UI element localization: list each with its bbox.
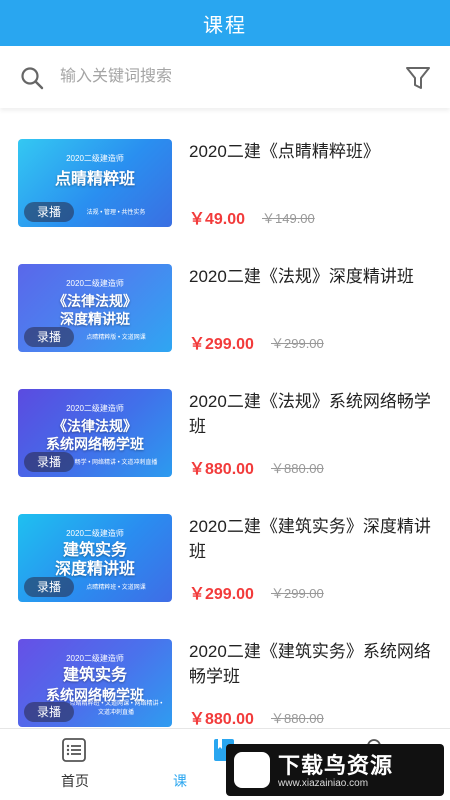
course-original-price: ￥880.00	[271, 711, 324, 726]
thumbnail-tagline: 点睛精粹班 • 文道网课 • 网络精讲 • 文道冲刺直播	[69, 701, 163, 716]
course-original-price: ￥299.00	[271, 586, 324, 601]
course-item[interactable]: 2020二级建造师 点睛精粹班 法规 • 管理 • 共性实务 录播 2020二建…	[0, 112, 450, 237]
thumbnail-tagline: 点睛精粹版 • 文道网课	[86, 335, 146, 341]
course-thumbnail[interactable]: 2020二级建造师 《法律法规》 系统网络畅学班 畅学 • 网络精讲 • 文道冲…	[18, 389, 172, 477]
watermark-url: www.xiazainiao.com	[278, 778, 369, 789]
recorded-badge: 录播	[24, 452, 74, 472]
course-thumbnail[interactable]: 2020二级建造师 点睛精粹班 法规 • 管理 • 共性实务 录播	[18, 139, 172, 227]
thumbnail-title-line1: 建筑实务	[62, 542, 127, 559]
course-list: 2020二级建造师 点睛精粹班 法规 • 管理 • 共性实务 录播 2020二建…	[0, 112, 450, 728]
course-item[interactable]: 2020二级建造师 建筑实务 深度精讲班 点睛精粹班 • 文道网课 录播 202…	[0, 487, 450, 612]
thumbnail-tagline: 法规 • 管理 • 共性实务	[86, 210, 146, 216]
filter-icon[interactable]	[404, 64, 432, 92]
course-original-price: ￥299.00	[271, 336, 324, 351]
course-original-price: ￥149.00	[262, 211, 315, 226]
thumbnail-subtitle: 2020二级建造师	[66, 154, 124, 163]
thumbnail-tagline: 畅学 • 网络精讲 • 文道冲刺直播	[74, 460, 158, 466]
course-thumbnail[interactable]: 2020二级建造师 建筑实务 系统网络畅学班 点睛精粹班 • 文道网课 • 网络…	[18, 639, 172, 727]
thumbnail-title-line1: 建筑实务	[62, 667, 127, 684]
app-header: 课程	[0, 0, 450, 46]
home-list-icon	[62, 738, 86, 762]
course-price: ￥49.00	[189, 211, 246, 228]
tab-home[interactable]: 首页	[0, 729, 150, 800]
thumbnail-title-line1: 《法律法规》	[53, 418, 137, 434]
course-original-price: ￥880.00	[271, 461, 324, 476]
search-bar	[0, 46, 450, 108]
thumbnail-subtitle: 2020二级建造师	[66, 654, 124, 663]
thumbnail-title-line2: 系统网络畅学班	[46, 436, 144, 452]
recorded-badge: 录播	[24, 577, 74, 597]
tab-home-label: 首页	[61, 773, 89, 789]
thumbnail-tagline: 点睛精粹班 • 文道网课	[86, 585, 146, 591]
thumbnail-subtitle: 2020二级建造师	[66, 279, 124, 288]
thumbnail-subtitle: 2020二级建造师	[66, 529, 124, 538]
thumbnail-title-line1: 《法律法规》	[53, 293, 137, 309]
tab-courses-label: 课	[173, 773, 187, 789]
course-price: ￥299.00	[189, 586, 254, 603]
recorded-badge: 录播	[24, 202, 74, 222]
course-title[interactable]: 2020二建《法规》系统网络畅学班	[189, 389, 434, 439]
course-title[interactable]: 2020二建《建筑实务》深度精讲班	[189, 514, 434, 564]
course-item[interactable]: 2020二级建造师 《法律法规》 深度精讲班 点睛精粹版 • 文道网课 录播 2…	[0, 237, 450, 362]
course-item[interactable]: 2020二级建造师 《法律法规》 系统网络畅学班 畅学 • 网络精讲 • 文道冲…	[0, 362, 450, 487]
course-price: ￥299.00	[189, 336, 254, 353]
course-price: ￥880.00	[189, 711, 254, 728]
course-title[interactable]: 2020二建《点睛精粹班》	[189, 139, 434, 164]
recorded-badge: 录播	[24, 702, 74, 722]
thumbnail-subtitle: 2020二级建造师	[66, 404, 124, 413]
thumbnail-title-line2: 深度精讲班	[60, 311, 130, 327]
search-input[interactable]	[60, 63, 380, 91]
course-thumbnail[interactable]: 2020二级建造师 建筑实务 深度精讲班 点睛精粹班 • 文道网课 录播	[18, 514, 172, 602]
thumbnail-title: 点睛精粹班	[54, 171, 135, 188]
course-title[interactable]: 2020二建《建筑实务》系统网络畅学班	[189, 639, 434, 689]
course-title[interactable]: 2020二建《法规》深度精讲班	[189, 264, 434, 289]
course-price: ￥880.00	[189, 461, 254, 478]
watermark: 下载鸟资源 www.xiazainiao.com	[226, 744, 444, 796]
course-item[interactable]: 2020二级建造师 建筑实务 系统网络畅学班 点睛精粹班 • 文道网课 • 网络…	[0, 612, 450, 728]
page-title: 课程	[203, 14, 247, 37]
watermark-text: 下载鸟资源	[278, 753, 394, 778]
watermark-logo-icon	[234, 752, 270, 788]
recorded-badge: 录播	[24, 327, 74, 347]
course-thumbnail[interactable]: 2020二级建造师 《法律法规》 深度精讲班 点睛精粹版 • 文道网课 录播	[18, 264, 172, 352]
search-icon[interactable]	[20, 66, 44, 90]
